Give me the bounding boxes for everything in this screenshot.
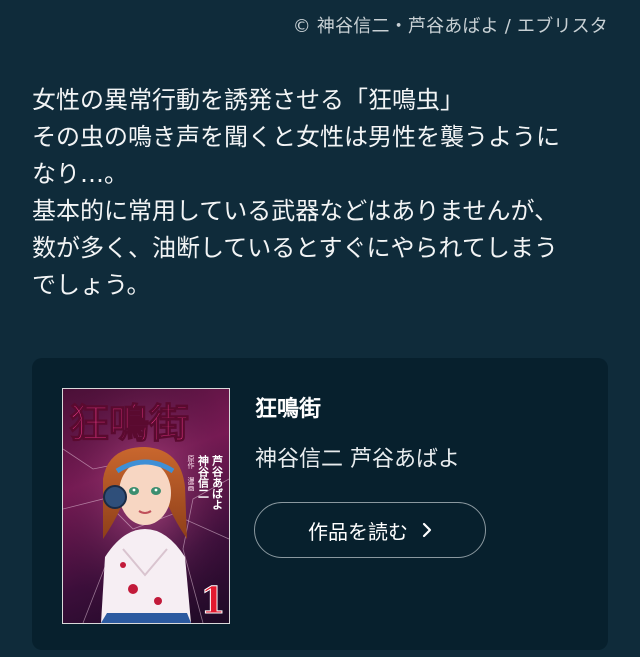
book-card: 狂鳴街 原作 漫画 神谷信二 芦谷あばよ 1 狂鳴街 神谷信二 芦谷あばよ 作品… — [32, 358, 608, 650]
work-description: 女性の異常行動を誘発させる「狂鳴虫」 その虫の鳴き声を聞くと女性は男性を襲うよう… — [32, 82, 616, 304]
description-line: その虫の鳴き声を聞くと女性は男性を襲うように — [32, 123, 560, 151]
copyright-credit: © 神谷信二・芦谷あばよ / エブリスタ — [292, 16, 608, 37]
cover-role-1: 原作 — [187, 455, 195, 470]
cover-role-2: 漫画 — [187, 476, 195, 492]
read-work-label: 作品を読む — [308, 519, 408, 544]
cover-volume-number: 1 — [200, 580, 225, 622]
cover-title-text: 狂鳴街 — [69, 400, 189, 447]
description-line: 基本的に常用している武器などはありませんが、 — [32, 197, 559, 225]
book-title[interactable]: 狂鳴街 — [255, 391, 321, 423]
description-line: 女性の異常行動を誘発させる「狂鳴虫」 — [32, 86, 464, 114]
read-work-button[interactable]: 作品を読む — [254, 502, 486, 558]
cover-credit-1: 神谷信二 — [197, 454, 210, 499]
cover-illustration: 狂鳴街 原作 漫画 神谷信二 芦谷あばよ 1 — [63, 389, 229, 623]
book-authors: 神谷信二 芦谷あばよ — [255, 447, 460, 472]
chevron-right-icon — [422, 522, 432, 538]
description-line: なり…。 — [32, 160, 128, 188]
description-line: でしょう。 — [32, 271, 151, 299]
book-cover-image[interactable]: 狂鳴街 原作 漫画 神谷信二 芦谷あばよ 1 — [62, 388, 230, 624]
cover-credit-2: 芦谷あばよ — [211, 454, 224, 511]
description-line: 数が多く、油断しているとすぐにやられてしまう — [32, 234, 558, 262]
